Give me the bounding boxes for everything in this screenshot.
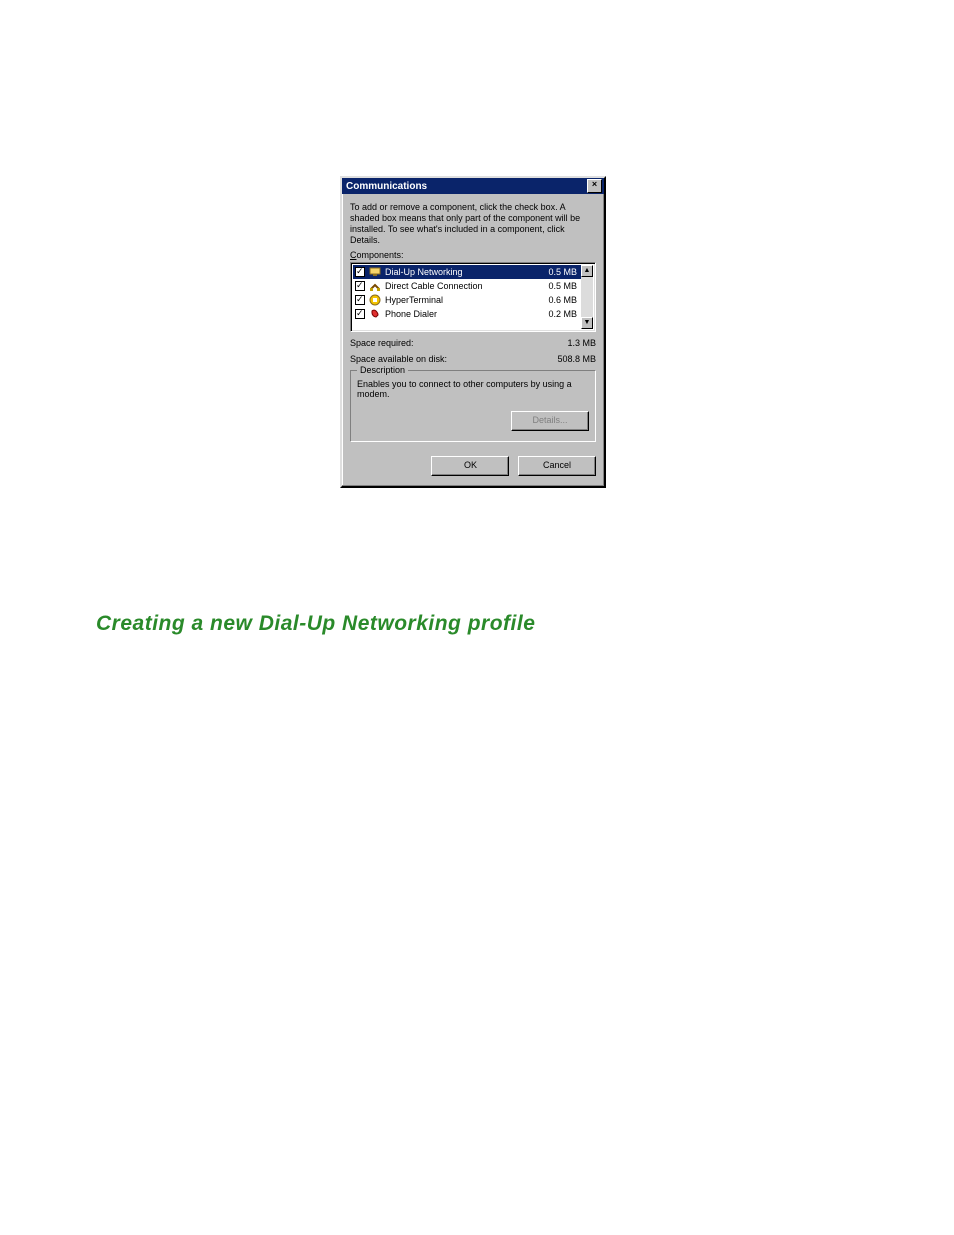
components-label: Components: xyxy=(350,250,596,260)
space-available-label: Space available on disk: xyxy=(350,354,447,364)
cable-icon xyxy=(369,280,381,292)
details-button: Details... xyxy=(511,411,589,431)
dialog-instruction: To add or remove a component, click the … xyxy=(350,202,596,246)
ok-button[interactable]: OK xyxy=(431,456,509,476)
space-available-row: Space available on disk: 508.8 MB xyxy=(350,354,596,364)
description-group: Description Enables you to connect to ot… xyxy=(350,370,596,442)
checkbox-dialup[interactable] xyxy=(355,267,365,277)
terminal-icon xyxy=(369,294,381,306)
components-list-inner: Dial-Up Networking 0.5 MB Direct Cable C… xyxy=(353,265,581,329)
scroll-down-button[interactable]: ▼ xyxy=(581,317,593,329)
phone-icon xyxy=(369,308,381,320)
list-item-label: Phone Dialer xyxy=(385,309,542,319)
components-label-rest: omponents: xyxy=(357,250,404,260)
checkbox-phone-dialer[interactable] xyxy=(355,309,365,319)
dialog-body: To add or remove a component, click the … xyxy=(342,194,604,486)
checkbox-direct-cable[interactable] xyxy=(355,281,365,291)
space-required-label: Space required: xyxy=(350,338,414,348)
space-required-row: Space required: 1.3 MB xyxy=(350,338,596,348)
section-heading: Creating a new Dial-Up Networking profil… xyxy=(96,612,535,636)
list-item-size: 0.5 MB xyxy=(542,267,577,277)
list-item-hyperterminal[interactable]: HyperTerminal 0.6 MB xyxy=(353,293,581,307)
list-item-label: Direct Cable Connection xyxy=(385,281,542,291)
components-listbox[interactable]: Dial-Up Networking 0.5 MB Direct Cable C… xyxy=(350,262,596,332)
list-item-size: 0.2 MB xyxy=(542,309,577,319)
listbox-scrollbar[interactable]: ▲ ▼ xyxy=(581,265,593,329)
description-legend: Description xyxy=(357,365,408,375)
cancel-button[interactable]: Cancel xyxy=(518,456,596,476)
communications-dialog: Communications × To add or remove a comp… xyxy=(340,176,606,488)
list-item-direct-cable[interactable]: Direct Cable Connection 0.5 MB xyxy=(353,279,581,293)
list-item-label: HyperTerminal xyxy=(385,295,542,305)
list-item-phone-dialer[interactable]: Phone Dialer 0.2 MB xyxy=(353,307,581,321)
network-icon xyxy=(369,266,381,278)
space-required-value: 1.3 MB xyxy=(567,338,596,348)
space-available-value: 508.8 MB xyxy=(557,354,596,364)
list-item-size: 0.6 MB xyxy=(542,295,577,305)
dialog-title: Communications xyxy=(346,181,427,192)
list-item-size: 0.5 MB xyxy=(542,281,577,291)
list-item-label: Dial-Up Networking xyxy=(385,267,542,277)
close-button[interactable]: × xyxy=(587,179,602,193)
list-item-dialup[interactable]: Dial-Up Networking 0.5 MB xyxy=(353,265,581,279)
description-text: Enables you to connect to other computer… xyxy=(357,379,589,399)
dialog-button-row: OK Cancel xyxy=(350,456,596,476)
dialog-title-bar[interactable]: Communications × xyxy=(342,178,604,194)
checkbox-hyperterminal[interactable] xyxy=(355,295,365,305)
scroll-up-button[interactable]: ▲ xyxy=(581,265,593,277)
